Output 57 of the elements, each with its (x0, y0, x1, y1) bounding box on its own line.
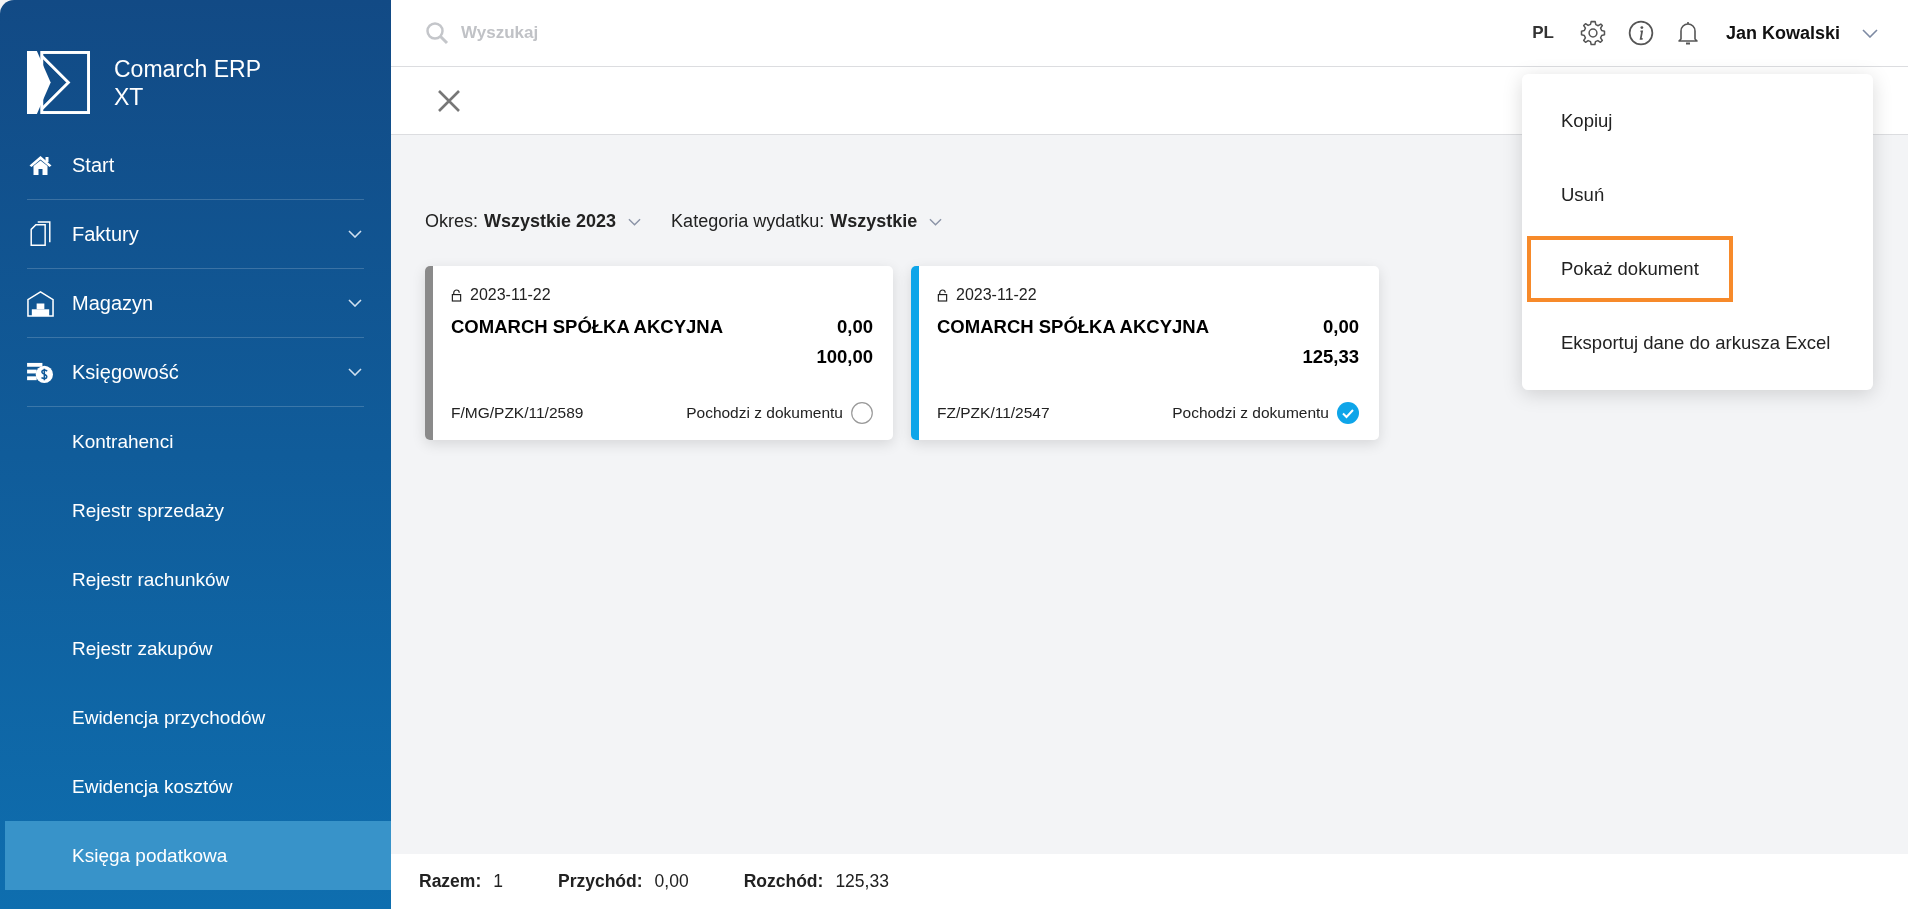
nav-subitem[interactable]: Ewidencja kosztów (5, 752, 391, 821)
document-card[interactable]: 2023-11-22 COMARCH SPÓŁKA AKCYJNA 0,00 125,33 FZ/PZK/11/2547 Pochodzi z dokumentu (911, 266, 1379, 440)
chevron-down-icon[interactable] (1862, 28, 1878, 38)
menu-item[interactable]: Pokaż dokument (1527, 236, 1733, 302)
close-icon[interactable] (437, 88, 461, 113)
amount: 0,00 (1323, 316, 1359, 338)
menu-item[interactable]: Eksportuj dane do arkusza Excel (1527, 310, 1865, 376)
home-icon (27, 153, 54, 177)
amount: 100,00 (816, 346, 873, 368)
amount: 125,33 (1302, 346, 1359, 368)
chevron-down-icon (929, 217, 943, 226)
nav-subitem[interactable]: Kontrahenci (5, 407, 391, 476)
checked-circle-icon[interactable] (1337, 402, 1359, 424)
document-number: F/MG/PZK/11/2589 (451, 404, 584, 422)
company-name: COMARCH SPÓŁKA AKCYJNA (937, 316, 1210, 339)
nav-subitem[interactable]: Rejestr rachunków (5, 545, 391, 614)
padlock-icon (937, 288, 948, 302)
amount: 0,00 (837, 316, 873, 338)
empty-circle-icon[interactable] (851, 402, 873, 424)
search-icon (425, 21, 449, 45)
warehouse-icon (27, 289, 54, 317)
nav-item[interactable]: Magazyn (27, 269, 364, 338)
menu-item[interactable]: Usuń (1527, 162, 1639, 228)
coins-icon (27, 360, 54, 384)
nav-item[interactable]: Księgowość (27, 338, 364, 407)
status-value: 0,00 (654, 871, 689, 892)
menu-item[interactable]: Kopiuj (1527, 88, 1647, 154)
bell-icon[interactable] (1675, 20, 1700, 46)
company-name: COMARCH SPÓŁKA AKCYJNA (451, 316, 724, 339)
filter-dropdown[interactable]: Kategoria wydatku: Wszystkie (671, 211, 943, 232)
status-label: Razem: (419, 871, 482, 892)
nav-subitem[interactable]: Rejestr zakupów (5, 614, 391, 683)
status-label: Rozchód: (743, 871, 824, 892)
nav-item[interactable]: Start (27, 131, 364, 200)
app-name-suffix: XT (114, 82, 145, 111)
source-label: Pochodzi z dokumentu (1172, 404, 1329, 422)
status-value: 125,33 (835, 871, 889, 892)
source-label: Pochodzi z dokumentu (686, 404, 843, 422)
card-date: 2023-11-22 (956, 286, 1037, 304)
language-button[interactable]: PL (1532, 23, 1554, 43)
user-menu-button[interactable]: Jan Kowalski (1725, 22, 1840, 44)
nav-subitem[interactable]: Ewidencja przychodów (5, 683, 391, 752)
document-card[interactable]: 2023-11-22 COMARCH SPÓŁKA AKCYJNA 0,00 100,00 F/MG/PZK/11/2589 Pochodzi z dokumentu (425, 266, 893, 440)
documents-icon (27, 221, 54, 247)
document-number: FZ/PZK/11/2547 (937, 404, 1050, 422)
card-date: 2023-11-22 (470, 286, 551, 304)
status-value: 1 (493, 871, 503, 892)
padlock-icon (451, 288, 462, 302)
nav-item[interactable]: Faktury (27, 200, 364, 269)
settings-icon[interactable] (1579, 20, 1606, 46)
filter-dropdown[interactable]: Okres: Wszystkie 2023 (425, 211, 642, 232)
app-name: Comarch ERP (114, 54, 261, 83)
info-icon[interactable] (1627, 20, 1654, 46)
logo-icon (27, 51, 90, 114)
nav-subitem[interactable]: Rejestr sprzedaży (5, 476, 391, 545)
status-label: Przychód: (558, 871, 643, 892)
chevron-down-icon (628, 217, 642, 226)
